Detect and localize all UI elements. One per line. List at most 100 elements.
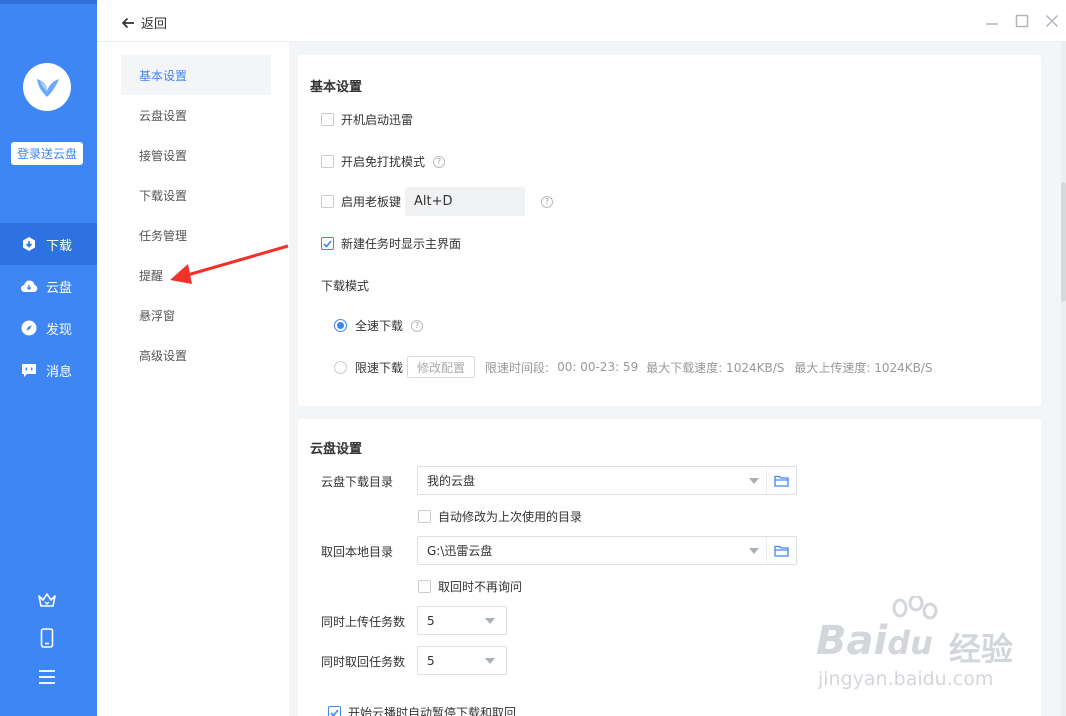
back-arrow-icon xyxy=(121,17,134,28)
crown-icon[interactable] xyxy=(36,589,58,611)
chevron-down-icon xyxy=(485,658,495,664)
auto-modify-checkbox[interactable] xyxy=(418,510,431,523)
close-button[interactable] xyxy=(1044,13,1060,29)
boss-key-label: 启用老板键 xyxy=(341,195,402,209)
limit-time-label: 限速时间段: xyxy=(485,360,550,375)
nav-discover[interactable]: 发现 xyxy=(0,307,97,349)
sidebar-item-download[interactable]: 下载设置 xyxy=(121,175,271,215)
folder-icon xyxy=(774,475,789,487)
no-ask-checkbox[interactable] xyxy=(418,580,431,593)
show-main-checkbox[interactable] xyxy=(321,237,334,250)
app-rail: 登录送云盘 下载 云盘 发现 消息 xyxy=(0,0,97,716)
scrollbar-track[interactable] xyxy=(1061,42,1066,716)
limit-time-value: 00: 00-23: 59 xyxy=(557,360,639,374)
boss-key-checkbox[interactable] xyxy=(321,195,334,208)
full-speed-radio[interactable] xyxy=(334,319,347,332)
nav-cloud-label: 云盘 xyxy=(46,280,73,296)
download-icon xyxy=(20,235,38,253)
help-icon[interactable]: ? xyxy=(411,319,424,332)
back-label: 返回 xyxy=(141,17,168,32)
chevron-down-icon xyxy=(749,548,759,554)
limit-speed-option[interactable]: 限速下载 修改配置 限速时间段: 00: 00-23: 59 最大下载速度: 1… xyxy=(334,356,933,378)
modify-config-button[interactable]: 修改配置 xyxy=(407,356,476,378)
local-dir-select[interactable]: G:\迅雷云盘 xyxy=(417,536,797,565)
compass-icon xyxy=(20,319,38,337)
scrollbar-thumb[interactable] xyxy=(1061,182,1066,302)
startup-label: 开机启动迅雷 xyxy=(341,113,414,127)
checkmark-icon xyxy=(323,239,332,248)
local-dir-value: G:\迅雷云盘 xyxy=(427,544,493,558)
auto-pause-label: 开始云播时自动暂停下载和取回 xyxy=(348,706,517,716)
sidebar-item-basic[interactable]: 基本设置 xyxy=(121,55,271,95)
sidebar-item-takeover[interactable]: 接管设置 xyxy=(121,135,271,175)
watermark-brand-du: du xyxy=(887,624,933,662)
message-icon xyxy=(20,361,38,379)
cloud-settings-title: 云盘设置 xyxy=(310,442,363,457)
startup-option[interactable]: 开机启动迅雷 xyxy=(321,111,413,128)
auto-modify-label: 自动修改为上次使用的目录 xyxy=(438,510,583,524)
bird-logo-icon xyxy=(37,79,59,97)
menu-icon[interactable] xyxy=(36,666,58,688)
watermark-url: jingyan.baidu.com xyxy=(818,668,994,690)
full-speed-option[interactable]: 全速下载 ? xyxy=(334,317,424,334)
cloud-download-dir-select[interactable]: 我的云盘 xyxy=(417,466,797,495)
help-icon[interactable]: ? xyxy=(541,195,554,208)
retrieve-tasks-select[interactable]: 5 xyxy=(417,646,507,675)
retrieve-tasks-value: 5 xyxy=(427,653,435,668)
watermark-brand-bai: Bai xyxy=(816,618,888,664)
basic-settings-panel: 基本设置 开机启动迅雷 开启免打扰模式 ? 启用老板键 Alt+D ? 新建任务… xyxy=(298,55,1041,406)
nav-cloud[interactable]: 云盘 xyxy=(0,265,97,307)
sidebar-item-cloud[interactable]: 云盘设置 xyxy=(121,95,271,135)
minimize-icon xyxy=(986,23,998,25)
dnd-checkbox[interactable] xyxy=(321,155,334,168)
dnd-option[interactable]: 开启免打扰模式 ? xyxy=(321,153,446,170)
full-speed-label: 全速下载 xyxy=(355,319,404,333)
title-bar: 返回 xyxy=(97,0,1066,42)
cloud-download-dir-value: 我的云盘 xyxy=(427,474,476,488)
local-dir-label: 取回本地目录 xyxy=(321,545,394,559)
phone-icon[interactable] xyxy=(36,627,58,649)
nav-message-label: 消息 xyxy=(46,364,73,380)
sidebar-item-advanced[interactable]: 高级设置 xyxy=(121,335,271,375)
folder-button[interactable] xyxy=(766,537,796,564)
show-main-label: 新建任务时显示主界面 xyxy=(341,237,462,251)
nav-discover-label: 发现 xyxy=(46,322,73,338)
max-download-speed: 最大下载速度: 1024KB/S xyxy=(646,360,785,375)
settings-sidebar: 基本设置 云盘设置 接管设置 下载设置 任务管理 提醒 悬浮窗 高级设置 xyxy=(97,42,289,716)
login-button[interactable]: 登录送云盘 xyxy=(11,142,83,165)
max-upload-speed: 最大上传速度: 1024KB/S xyxy=(794,360,933,375)
boss-key-input[interactable]: Alt+D xyxy=(405,187,526,216)
watermark-cn: 经验 xyxy=(949,630,1014,668)
chevron-down-icon xyxy=(485,618,495,624)
back-button[interactable]: 返回 xyxy=(121,13,167,32)
sidebar-item-float[interactable]: 悬浮窗 xyxy=(121,295,271,335)
auto-pause-checkbox[interactable] xyxy=(328,706,341,716)
red-arrow-annotation xyxy=(170,244,289,284)
cloud-download-dir-label: 云盘下载目录 xyxy=(321,475,394,489)
maximize-button[interactable] xyxy=(1014,13,1030,29)
nav-download[interactable]: 下载 xyxy=(0,223,97,265)
auto-pause-option[interactable]: 开始云播时自动暂停下载和取回 xyxy=(328,704,516,716)
basic-settings-title: 基本设置 xyxy=(310,80,363,95)
boss-key-option[interactable]: 启用老板键 Alt+D ? xyxy=(321,187,554,216)
upload-tasks-select[interactable]: 5 xyxy=(417,606,507,635)
app-logo[interactable] xyxy=(23,63,71,111)
help-icon[interactable]: ? xyxy=(433,155,446,168)
auto-modify-option[interactable]: 自动修改为上次使用的目录 xyxy=(418,508,582,525)
nav-download-label: 下载 xyxy=(46,238,73,254)
upload-tasks-label: 同时上传任务数 xyxy=(321,615,406,629)
nav-message[interactable]: 消息 xyxy=(0,349,97,391)
startup-checkbox[interactable] xyxy=(321,113,334,126)
cloud-icon xyxy=(20,277,38,295)
limit-speed-label: 限速下载 xyxy=(355,360,404,375)
minimize-button[interactable] xyxy=(984,13,1000,29)
show-main-option[interactable]: 新建任务时显示主界面 xyxy=(321,235,461,252)
folder-icon xyxy=(774,545,789,557)
no-ask-option[interactable]: 取回时不再询问 xyxy=(418,578,522,595)
download-mode-title: 下载模式 xyxy=(321,279,370,293)
checkmark-icon xyxy=(330,708,339,716)
rail-top-strip xyxy=(0,0,97,4)
no-ask-label: 取回时不再询问 xyxy=(438,580,523,594)
limit-speed-radio[interactable] xyxy=(334,360,347,374)
folder-button[interactable] xyxy=(766,467,796,494)
